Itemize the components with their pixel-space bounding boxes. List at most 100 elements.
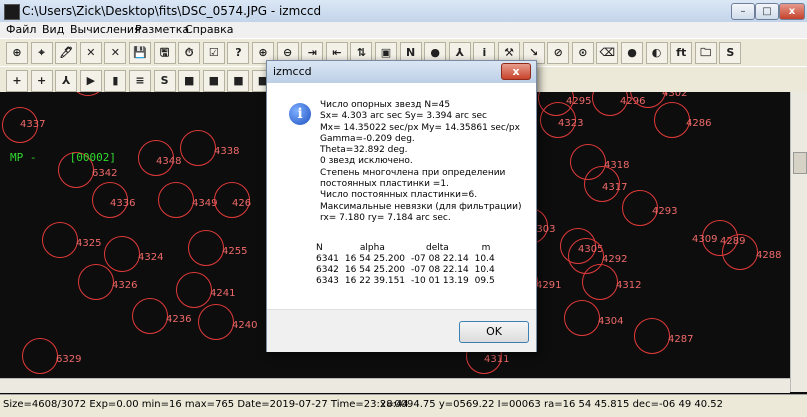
cell-delta: -07 08 22.14: [411, 254, 469, 264]
star-label: 4325: [76, 238, 102, 249]
star-marker[interactable]: [198, 304, 234, 340]
dialog-message: Число опорных звезд N=45 Sx= 4.303 arc se…: [320, 100, 532, 224]
toolbar-button-2[interactable]: +: [30, 70, 53, 92]
star-marker[interactable]: [42, 222, 78, 258]
star-label: 4292: [602, 254, 628, 265]
menu-calculations[interactable]: Вычисления: [70, 23, 141, 36]
col-n: N: [316, 243, 323, 253]
star-marker[interactable]: [564, 300, 600, 336]
menu-view[interactable]: Вид: [42, 23, 64, 36]
dialog-footer: OK: [267, 309, 536, 352]
star-marker[interactable]: [70, 92, 106, 96]
vertical-scrollbar[interactable]: [790, 92, 807, 392]
toolbar-button-6[interactable]: 💾: [129, 42, 151, 64]
status-image-info: Size=4608/3072 Exp=0.00 min=16 max=765 D…: [3, 399, 409, 410]
star-marker[interactable]: [22, 338, 58, 374]
toolbar-button-1[interactable]: +: [6, 70, 28, 92]
message-line: постоянных пластинки =1.: [320, 179, 449, 190]
toolbar-button-8[interactable]: ⏱: [178, 42, 201, 64]
menu-file[interactable]: Файл: [6, 23, 36, 36]
toolbar-button-4[interactable]: ✕: [79, 42, 102, 64]
mp-value: [00002]: [69, 151, 116, 164]
star-marker[interactable]: [582, 264, 618, 300]
star-label: 4311: [484, 354, 510, 365]
table-row: 6341 16 54 25.200 -07 08 22.14 10.4: [313, 254, 498, 265]
message-line: Число постоянных пластинки=6.: [320, 190, 478, 201]
cell-m: 10.4: [474, 254, 495, 264]
star-label: 426: [232, 198, 252, 209]
star-label: 4317: [602, 182, 628, 193]
col-delta: delta: [426, 243, 449, 253]
message-line: Gamma=-0.209 deg.: [320, 133, 415, 144]
toolbar-button-26[interactable]: ●: [621, 42, 643, 64]
dialog-close-button[interactable]: x: [501, 63, 531, 80]
toolbar-button-2[interactable]: ⌖: [30, 42, 53, 64]
mp-label: MP - [00002]: [10, 151, 116, 164]
toolbar-button-4[interactable]: ▶: [79, 70, 102, 92]
menu-markup[interactable]: Разметка: [135, 23, 189, 36]
star-label: 6342: [92, 168, 118, 179]
cell-n: 6341: [316, 254, 339, 264]
star-label: 4291: [536, 280, 562, 291]
star-label: 4312: [616, 280, 642, 291]
star-marker[interactable]: [104, 236, 140, 272]
vertical-scroll-thumb[interactable]: [793, 152, 807, 174]
toolbar-button-6[interactable]: ≡: [129, 70, 151, 92]
minimize-button[interactable]: –: [731, 3, 755, 20]
cell-alpha: 16 54 25.200: [344, 265, 406, 275]
toolbar-button-5[interactable]: ▮: [104, 70, 127, 92]
toolbar-button-8[interactable]: ■: [178, 70, 201, 92]
star-marker[interactable]: [654, 102, 690, 138]
dialog-title: izmccd: [273, 65, 312, 78]
star-marker[interactable]: [158, 182, 194, 218]
star-marker[interactable]: [78, 264, 114, 300]
star-label: 4287: [668, 334, 694, 345]
toolbar-button-23[interactable]: ⊘: [547, 42, 570, 64]
star-label: 4323: [558, 118, 584, 129]
cell-alpha: 16 54 25.200: [344, 254, 406, 264]
message-line: Sx= 4.303 arc sec Sy= 3.394 arc sec: [320, 111, 487, 122]
cell-alpha: 16 22 39.151: [344, 276, 406, 286]
ok-button[interactable]: OK: [459, 321, 529, 343]
toolbar-button-9[interactable]: ☑: [202, 42, 225, 64]
star-marker[interactable]: [180, 130, 216, 166]
star-marker[interactable]: [634, 318, 670, 354]
star-label: 4241: [210, 288, 236, 299]
toolbar-button-29[interactable]: 🗀: [694, 42, 717, 64]
menu-bar: Файл Вид Вычисления Разметка Справка: [0, 22, 807, 38]
window-titlebar: C:\Users\Zick\Desktop\fits\DSC_0574.JPG …: [0, 0, 807, 23]
star-label: 4295: [566, 96, 592, 107]
toolbar-button-10[interactable]: ■: [227, 70, 250, 92]
toolbar-button-27[interactable]: ◐: [645, 42, 668, 64]
star-label: 4337: [20, 119, 46, 130]
menu-help[interactable]: Справка: [185, 23, 233, 36]
toolbar-button-5[interactable]: ✕: [104, 42, 127, 64]
toolbar-button-7[interactable]: 🖫: [153, 42, 176, 64]
close-button[interactable]: x: [779, 3, 805, 20]
message-line: Theta=32.892 deg.: [320, 145, 408, 156]
toolbar-button-10[interactable]: ?: [227, 42, 250, 64]
toolbar-button-30[interactable]: S: [719, 42, 742, 64]
star-marker[interactable]: [132, 298, 168, 334]
toolbar-button-28[interactable]: ft: [670, 42, 693, 64]
toolbar-button-3[interactable]: ⅄: [55, 70, 78, 92]
cell-m: 10.4: [474, 265, 495, 275]
star-marker[interactable]: [722, 234, 758, 270]
star-label: 4338: [214, 146, 240, 157]
message-line: 0 звезд исключено.: [320, 156, 413, 167]
toolbar-button-1[interactable]: ⊕: [6, 42, 28, 64]
toolbar-button-25[interactable]: ⌫: [596, 42, 619, 64]
star-label: 4236: [166, 314, 192, 325]
col-alpha: alpha: [359, 243, 385, 253]
status-cursor-info: x=0094.75 y=0569.22 I=00063 ra=16 54 45.…: [380, 399, 723, 410]
toolbar-button-24[interactable]: ⊙: [571, 42, 594, 64]
toolbar-button-7[interactable]: S: [153, 70, 176, 92]
maximize-button[interactable]: □: [755, 3, 779, 20]
star-marker[interactable]: [188, 230, 224, 266]
horizontal-scrollbar[interactable]: [0, 378, 790, 393]
toolbar-button-9[interactable]: ■: [202, 70, 225, 92]
message-line: Степень многочлена при определении: [320, 167, 506, 178]
toolbar-button-3[interactable]: 🖊: [55, 42, 78, 64]
star-label: 4304: [598, 316, 624, 327]
star-marker[interactable]: [176, 272, 212, 308]
